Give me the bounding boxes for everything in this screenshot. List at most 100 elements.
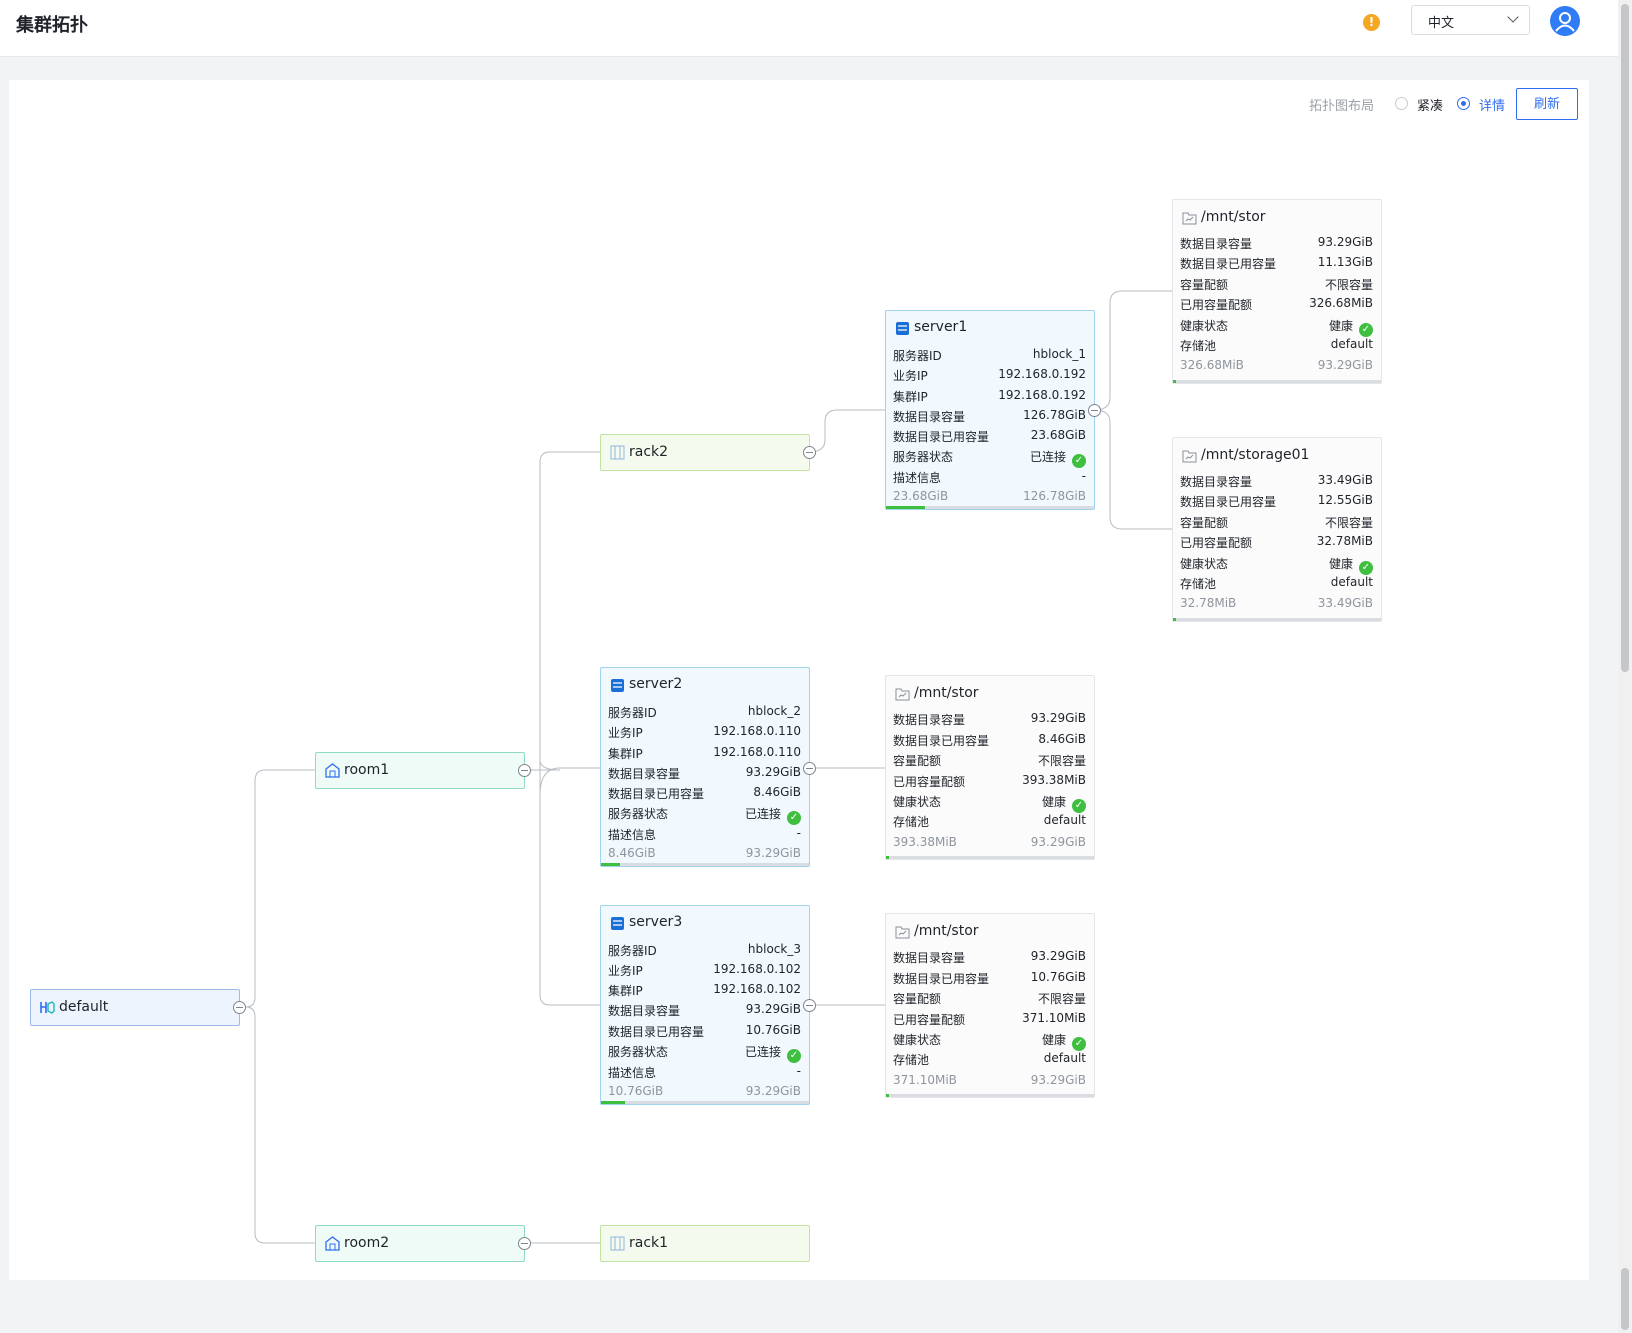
quota-label: 容量配额 — [1180, 278, 1229, 292]
used-quota-value: 326.68MiB — [1309, 296, 1373, 310]
pool-label: 存储池 — [893, 815, 930, 829]
tree-node-default[interactable]: default — [30, 989, 246, 1026]
server-id-label: 服务器ID — [608, 944, 657, 958]
data-used-value: 8.46GiB — [1038, 732, 1086, 746]
pool-value: default — [1043, 1051, 1086, 1065]
storage-path: /mnt/storage01 — [1201, 447, 1310, 463]
folder-icon — [1182, 212, 1197, 225]
data-used-value: 8.46GiB — [753, 785, 801, 799]
health-value: 健康 — [1041, 795, 1066, 809]
cluster-ip-value: 192.168.0.102 — [713, 982, 801, 996]
tree-node-rack2[interactable]: rack2 — [600, 434, 816, 471]
desc-label: 描述信息 — [608, 1066, 657, 1080]
collapse-toggle-icon[interactable] — [233, 1001, 246, 1014]
health-label: 健康状态 — [1180, 319, 1229, 333]
collapse-toggle-icon[interactable] — [518, 764, 531, 777]
topology-links — [239, 290, 1172, 1244]
server-icon — [611, 679, 624, 692]
data-cap-label: 数据目录容量 — [608, 767, 681, 781]
collapse-toggle-icon[interactable] — [1088, 404, 1101, 417]
storage-card-3[interactable]: /mnt/stor 数据目录容量 93.29GiB 数据目录已用容量 8.46GiB… — [885, 675, 1095, 860]
node-label: rack1 — [629, 1235, 669, 1251]
data-used-value: 10.76GiB — [1030, 970, 1086, 984]
server-card-server3[interactable]: server3 服务器ID hblock_3 业务IP 192.168.0.102 … — [600, 905, 816, 1105]
used-quota-label: 已用容量配额 — [893, 1013, 966, 1027]
server-status-value: 已连接 — [744, 807, 781, 821]
server-status-label: 服务器状态 — [893, 450, 954, 464]
data-used-label: 数据目录已用容量 — [1180, 257, 1277, 271]
pool-label: 存储池 — [1180, 339, 1217, 353]
usage-used: 23.68GiB — [893, 489, 949, 503]
server-card-server2[interactable]: server2 服务器ID hblock_2 业务IP 192.168.0.110 … — [600, 667, 816, 867]
usage-bar-fill — [1173, 618, 1177, 621]
usage-used: 326.68MiB — [1180, 358, 1244, 372]
collapse-toggle-icon[interactable] — [518, 1237, 531, 1250]
used-quota-label: 已用容量配额 — [893, 775, 966, 789]
tree-node-rack1[interactable]: rack1 — [600, 1225, 810, 1262]
check-circle-icon: ✓ — [787, 1049, 801, 1063]
usage-bar-fill — [601, 1101, 625, 1104]
desc-value: - — [796, 826, 801, 840]
usage-used: 10.76GiB — [608, 1084, 664, 1098]
pool-label: 存储池 — [1180, 577, 1217, 591]
server-status-label: 服务器状态 — [608, 1045, 669, 1059]
quota-label: 容量配额 — [893, 754, 942, 768]
cluster-ip-label: 集群IP — [893, 390, 928, 404]
usage-total: 93.29GiB — [1030, 835, 1086, 849]
usage-total: 33.49GiB — [1317, 596, 1373, 610]
usage-bar-fill — [886, 856, 890, 859]
collapse-toggle-icon[interactable] — [803, 446, 816, 459]
used-quota-value: 393.38MiB — [1022, 773, 1086, 787]
data-cap-label: 数据目录容量 — [893, 410, 966, 424]
server-id-value: hblock_1 — [1032, 347, 1086, 361]
health-label: 健康状态 — [893, 795, 942, 809]
node-label: default — [59, 999, 109, 1015]
collapse-toggle-icon[interactable] — [803, 762, 816, 775]
server-name: server2 — [629, 676, 683, 692]
usage-bar-fill — [886, 506, 925, 509]
check-circle-icon: ✓ — [1359, 561, 1373, 575]
server-card-server1[interactable]: server1 服务器ID hblock_1 业务IP 192.168.0.192 … — [885, 310, 1101, 510]
desc-label: 描述信息 — [608, 828, 657, 842]
collapse-toggle-icon[interactable] — [803, 999, 816, 1012]
quota-label: 容量配额 — [893, 992, 942, 1006]
data-cap-value: 93.29GiB — [1317, 235, 1373, 249]
usage-used: 371.10MiB — [893, 1073, 957, 1087]
building-icon — [325, 763, 340, 778]
storage-card-1[interactable]: /mnt/stor 数据目录容量 93.29GiB 数据目录已用容量 11.13Gi… — [1172, 199, 1382, 384]
data-cap-label: 数据目录容量 — [893, 713, 966, 727]
server-status-value: 已连接 — [1029, 450, 1066, 464]
data-used-label: 数据目录已用容量 — [893, 430, 990, 444]
pool-label: 存储池 — [893, 1053, 930, 1067]
quota-value: 不限容量 — [1324, 516, 1373, 530]
data-cap-value: 93.29GiB — [745, 765, 801, 779]
tree-node-room1[interactable]: room1 — [315, 752, 531, 789]
tree-node-room2[interactable]: room2 — [315, 1225, 531, 1262]
biz-ip-value: 192.168.0.102 — [713, 962, 801, 976]
server-icon — [896, 322, 909, 335]
server-id-label: 服务器ID — [608, 706, 657, 720]
server-id-label: 服务器ID — [893, 349, 942, 363]
pool-value: default — [1330, 337, 1373, 351]
data-used-value: 11.13GiB — [1317, 255, 1373, 269]
quota-value: 不限容量 — [1037, 754, 1086, 768]
cluster-icon — [40, 1001, 55, 1014]
usage-bar-fill — [886, 1094, 890, 1097]
data-used-label: 数据目录已用容量 — [1180, 495, 1277, 509]
usage-bar — [1173, 380, 1381, 383]
desc-value: - — [1081, 469, 1086, 483]
biz-ip-value: 192.168.0.110 — [713, 724, 801, 738]
folder-icon — [1182, 450, 1197, 463]
usage-total: 93.29GiB — [745, 1084, 801, 1098]
quota-value: 不限容量 — [1037, 992, 1086, 1006]
usage-bar — [601, 1101, 809, 1104]
storage-card-4[interactable]: /mnt/stor 数据目录容量 93.29GiB 数据目录已用容量 10.76Gi… — [885, 913, 1095, 1098]
check-circle-icon: ✓ — [787, 811, 801, 825]
desc-label: 描述信息 — [893, 471, 942, 485]
usage-total: 93.29GiB — [1317, 358, 1373, 372]
server-name: server3 — [629, 914, 683, 930]
usage-bar-fill — [1173, 380, 1177, 383]
storage-card-2[interactable]: /mnt/storage01 数据目录容量 33.49GiB 数据目录已用容量 12… — [1172, 437, 1382, 622]
cluster-ip-value: 192.168.0.192 — [998, 388, 1086, 402]
biz-ip-label: 业务IP — [608, 726, 643, 740]
